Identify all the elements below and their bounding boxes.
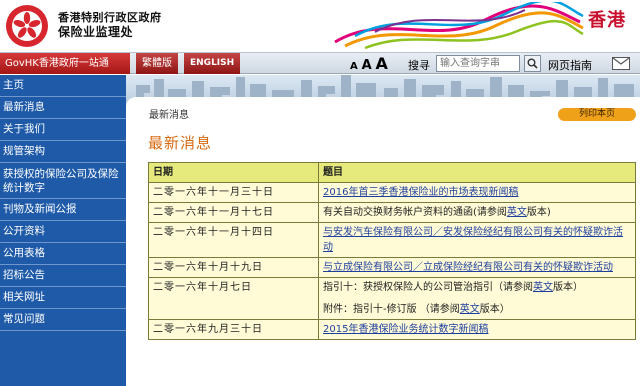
news-text: 版本)	[526, 207, 551, 218]
news-text: 版本）	[553, 282, 583, 293]
column-header-title: 题目	[318, 162, 636, 183]
govhk-link[interactable]: GovHK香港政府一站通	[0, 53, 130, 74]
sidebar-item-authorized-insurers[interactable]: 获授权的保险公司及保险统计数字	[0, 163, 126, 199]
sidebar-item-faq[interactable]: 常见问题	[0, 309, 126, 331]
brand-swoosh-icon	[334, 2, 584, 50]
table-row: 二零一六年十一月三十日 2016年首三季香港保险业的市场表现新闻稿	[148, 182, 636, 203]
brand-hk-logo: 香港	[588, 10, 626, 31]
news-title-cell: 指引十：获授权保险人的公司管治指引（请参阅英文版本） 附件：指引十-修订版 （请参…	[318, 277, 636, 320]
news-title-line: 2015年香港保险业务统计数字新闻稿	[323, 322, 631, 337]
table-row: 二零一六年十月七日 指引十：获授权保险人的公司管治指引（请参阅英文版本） 附件：指引…	[148, 277, 636, 320]
sidebar-item-latest-news[interactable]: 最新消息	[0, 97, 126, 119]
org-name-line2: 保险业监理处	[58, 25, 134, 39]
sidebar-item-regulatory-framework[interactable]: 规管架构	[0, 141, 126, 163]
news-date: 二零一六年十一月三十日	[148, 182, 319, 203]
news-table: 日期 题目 二零一六年十一月三十日 2016年首三季香港保险业的市场表现新闻稿 二零…	[148, 162, 636, 340]
sidebar-item-about-us[interactable]: 关于我们	[0, 119, 126, 141]
news-link[interactable]: 英文	[507, 207, 527, 218]
font-size-small-button[interactable]: A	[350, 61, 358, 72]
news-date: 二零一六年十月七日	[148, 277, 319, 320]
news-date: 二零一六年十一月十七日	[148, 202, 319, 223]
news-title-line: 2016年首三季香港保险业的市场表现新闻稿	[323, 185, 631, 200]
news-table-body: 二零一六年十一月三十日 2016年首三季香港保险业的市场表现新闻稿 二零一六年十一月…	[148, 182, 636, 340]
lang-traditional-link[interactable]: 繁體版	[136, 53, 178, 74]
news-title-cell: 有关自动交换财务帐户资料的通函(请参阅英文版本)	[318, 202, 636, 223]
search-label: 搜寻	[408, 59, 430, 72]
font-size-controls: A A A	[350, 54, 388, 74]
sitemap-link[interactable]: 网页指南	[548, 57, 592, 73]
column-header-date: 日期	[148, 162, 319, 183]
mail-icon[interactable]	[612, 57, 630, 70]
news-text: 指引十：获授权保险人的公司管治指引（请参阅	[323, 282, 533, 293]
news-link[interactable]: 与立成保险有限公司／立成保险经纪有限公司有关的怀疑欺诈活动	[323, 262, 613, 273]
news-link[interactable]: 2016年首三季香港保险业的市场表现新闻稿	[323, 187, 518, 198]
news-date: 二零一六年九月三十日	[148, 319, 319, 340]
news-link[interactable]: 2015年香港保险业务统计数字新闻稿	[323, 324, 488, 335]
search-button[interactable]	[524, 55, 541, 72]
org-name: 香港特别行政区政府 保险业监理处	[58, 10, 162, 40]
news-text: 版本）	[479, 304, 510, 315]
org-name-line1: 香港特别行政区政府	[58, 11, 162, 24]
news-title-line: 附件：指引十-修订版 （请参阅英文版本）	[323, 302, 631, 317]
hksar-emblem-icon[interactable]	[5, 4, 49, 48]
news-title-cell: 与安发汽车保险有限公司／安发保险经纪有限公司有关的怀疑欺诈活动	[318, 222, 636, 258]
news-table-container: 日期 题目 二零一六年十一月三十日 2016年首三季香港保险业的市场表现新闻稿 二零…	[148, 162, 636, 340]
news-link[interactable]: 英文	[460, 304, 480, 315]
main-content: 最新消息 列印本页 最新消息 日期 题目 二零一六年十一月三十日 2016年首三季…	[126, 97, 640, 386]
news-title-cell: 与立成保险有限公司／立成保险经纪有限公司有关的怀疑欺诈活动	[318, 257, 636, 278]
table-row: 二零一六年十月十九日 与立成保险有限公司／立成保险经纪有限公司有关的怀疑欺诈活动	[148, 257, 636, 278]
table-header-row: 日期 题目	[148, 162, 636, 183]
news-title-cell: 2015年香港保险业务统计数字新闻稿	[318, 319, 636, 340]
site-header: 香港特别行政区政府 保险业监理处 香港	[0, 0, 640, 52]
news-title-line: 与安发汽车保险有限公司／安发保险经纪有限公司有关的怀疑欺诈活动	[323, 225, 631, 255]
news-title-line: 指引十：获授权保险人的公司管治指引（请参阅英文版本）	[323, 280, 631, 295]
table-row: 二零一六年十一月十七日 有关自动交换财务帐户资料的通函(请参阅英文版本)	[148, 202, 636, 223]
search-input[interactable]	[436, 55, 520, 72]
news-date: 二零一六年十月十九日	[148, 257, 319, 278]
lang-english-link[interactable]: ENGLISH	[184, 53, 241, 74]
font-size-large-button[interactable]: A	[376, 54, 388, 73]
breadcrumb: 最新消息	[149, 110, 189, 121]
envelope-icon	[612, 57, 630, 65]
top-navbar: GovHK香港政府一站通 繁體版 ENGLISH A A A 搜寻 网页指南	[0, 52, 640, 74]
font-size-medium-button[interactable]: A	[362, 58, 372, 73]
sidebar-item-publications[interactable]: 刊物及新闻公报	[0, 199, 126, 221]
table-row: 二零一六年九月三十日 2015年香港保险业务统计数字新闻稿	[148, 319, 636, 340]
news-date: 二零一六年十一月十四日	[148, 222, 319, 258]
news-text: 附件：指引十-修订版 （请参阅	[323, 304, 460, 315]
print-page-button[interactable]: 列印本页	[558, 108, 636, 121]
search-icon	[527, 58, 538, 69]
sidebar-item-forms[interactable]: 公用表格	[0, 243, 126, 265]
news-title-cell: 2016年首三季香港保险业的市场表现新闻稿	[318, 182, 636, 203]
table-row: 二零一六年十一月十四日 与安发汽车保险有限公司／安发保险经纪有限公司有关的怀疑欺诈…	[148, 222, 636, 258]
sidebar-nav: 主页 最新消息 关于我们 规管架构 获授权的保险公司及保险统计数字 刊物及新闻公…	[0, 75, 126, 386]
sidebar-item-public-information[interactable]: 公开资料	[0, 221, 126, 243]
news-title-line: 有关自动交换财务帐户资料的通函(请参阅英文版本)	[323, 205, 631, 220]
news-title-line: 与立成保险有限公司／立成保险经纪有限公司有关的怀疑欺诈活动	[323, 260, 631, 275]
sidebar-item-home[interactable]: 主页	[0, 75, 126, 97]
news-link[interactable]: 与安发汽车保险有限公司／安发保险经纪有限公司有关的怀疑欺诈活动	[323, 227, 623, 253]
news-link[interactable]: 英文	[533, 282, 553, 293]
sidebar-item-tenders[interactable]: 招标公告	[0, 265, 126, 287]
news-text: 有关自动交换财务帐户资料的通函(请参阅	[323, 207, 507, 218]
page-title: 最新消息	[148, 134, 213, 152]
sidebar-item-related-links[interactable]: 相关网址	[0, 287, 126, 309]
